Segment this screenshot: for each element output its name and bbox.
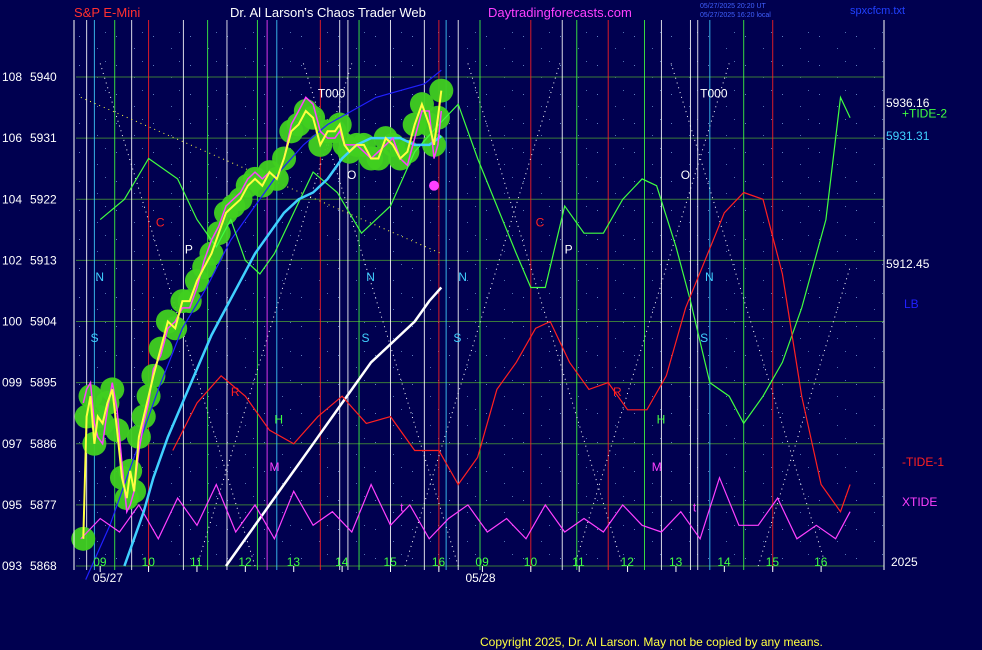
x-tick-label: 15 [383, 555, 397, 569]
event-marker: N [458, 270, 467, 284]
event-marker: O [347, 168, 356, 182]
y-tick-left: 097 [2, 437, 22, 451]
copyright: Copyright 2025, Dr. Al Larson. May not b… [480, 635, 823, 649]
last-price-dot [429, 180, 440, 191]
event-marker: S [700, 331, 708, 345]
event-marker: N [705, 270, 714, 284]
glow-dot [429, 78, 454, 103]
y-tick-price: 5868 [30, 559, 57, 573]
y-tick-price: 5877 [30, 498, 57, 512]
y-tick-left: 102 [2, 253, 22, 267]
y-tick-price: 5913 [30, 253, 57, 267]
x-tick-label: 09 [93, 555, 107, 569]
right-label: LB [904, 297, 919, 311]
x-tick-label: 12 [621, 555, 635, 569]
event-marker: P [565, 243, 573, 257]
event-marker: R [613, 385, 622, 399]
x-tick-label: 09 [475, 555, 489, 569]
y-tick-left: 108 [2, 70, 22, 84]
y-tick-left: 099 [2, 376, 22, 390]
event-marker: N [366, 270, 375, 284]
x-tick-label: 15 [766, 555, 780, 569]
y-tick-price: 5931 [30, 131, 57, 145]
event-marker: R [231, 385, 240, 399]
x-tick-label: 13 [669, 555, 683, 569]
right-label: -TIDE-1 [902, 455, 944, 469]
y-tick-price: 5922 [30, 192, 57, 206]
y-tick-price: 5895 [30, 376, 57, 390]
x-tick-label: 13 [287, 555, 301, 569]
y-tick-price: 5886 [30, 437, 57, 451]
event-marker: P [185, 243, 193, 257]
y-tick-left: 093 [2, 559, 22, 573]
right-label: 5912.45 [886, 257, 930, 271]
chart-title: Dr. Al Larson's Chaos Trader Web [230, 5, 426, 20]
chaos-trader-chart: CPNSRHMT000ONStNSCPRHMT000ONSt 108 594010… [0, 0, 982, 650]
data-file-label: spxcfcm.txt [850, 5, 905, 17]
y-tick-left: 104 [2, 192, 22, 206]
timestamp-utc: 05/27/2025 20:20 UT [700, 3, 766, 10]
right-label: +TIDE-2 [902, 107, 947, 121]
event-marker: H [657, 412, 666, 426]
timestamp-local: 05/27/2025 16:20 local [700, 12, 771, 19]
event-marker: M [270, 460, 280, 474]
event-marker: T000 [700, 86, 728, 100]
event-marker: T000 [318, 86, 346, 100]
x-tick-label: 16 [814, 555, 828, 569]
y-tick-price: 5940 [30, 70, 57, 84]
x-tick-label: 12 [238, 555, 252, 569]
site-link[interactable]: Daytradingforecasts.com [488, 5, 632, 20]
event-marker: M [652, 460, 662, 474]
x-tick-label: 16 [432, 555, 446, 569]
y-tick-left: 100 [2, 315, 22, 329]
year-label: 2025 [891, 555, 918, 569]
event-marker: S [361, 331, 369, 345]
x-tick-label: 11 [190, 555, 203, 569]
y-tick-left: 106 [2, 131, 22, 145]
x-tick-label: 10 [524, 555, 538, 569]
x-tick-label: 14 [335, 555, 349, 569]
right-label: XTIDE [902, 495, 937, 509]
y-tick-left: 095 [2, 498, 22, 512]
event-marker: H [274, 412, 283, 426]
event-marker: C [156, 215, 165, 229]
y-tick-price: 5904 [30, 315, 57, 329]
event-marker: S [91, 331, 99, 345]
x-tick-label: 14 [717, 555, 731, 569]
right-label: 5931.31 [886, 129, 930, 143]
x-tick-label: 10 [142, 555, 156, 569]
event-marker: N [95, 270, 104, 284]
x-tick-label: 11 [572, 555, 585, 569]
event-marker: C [536, 215, 545, 229]
event-marker: O [681, 168, 690, 182]
date-label: 05/28 [465, 571, 495, 585]
date-label: 05/27 [93, 571, 123, 585]
instrument-label: S&P E-Mini [74, 5, 140, 20]
event-marker: S [453, 331, 461, 345]
